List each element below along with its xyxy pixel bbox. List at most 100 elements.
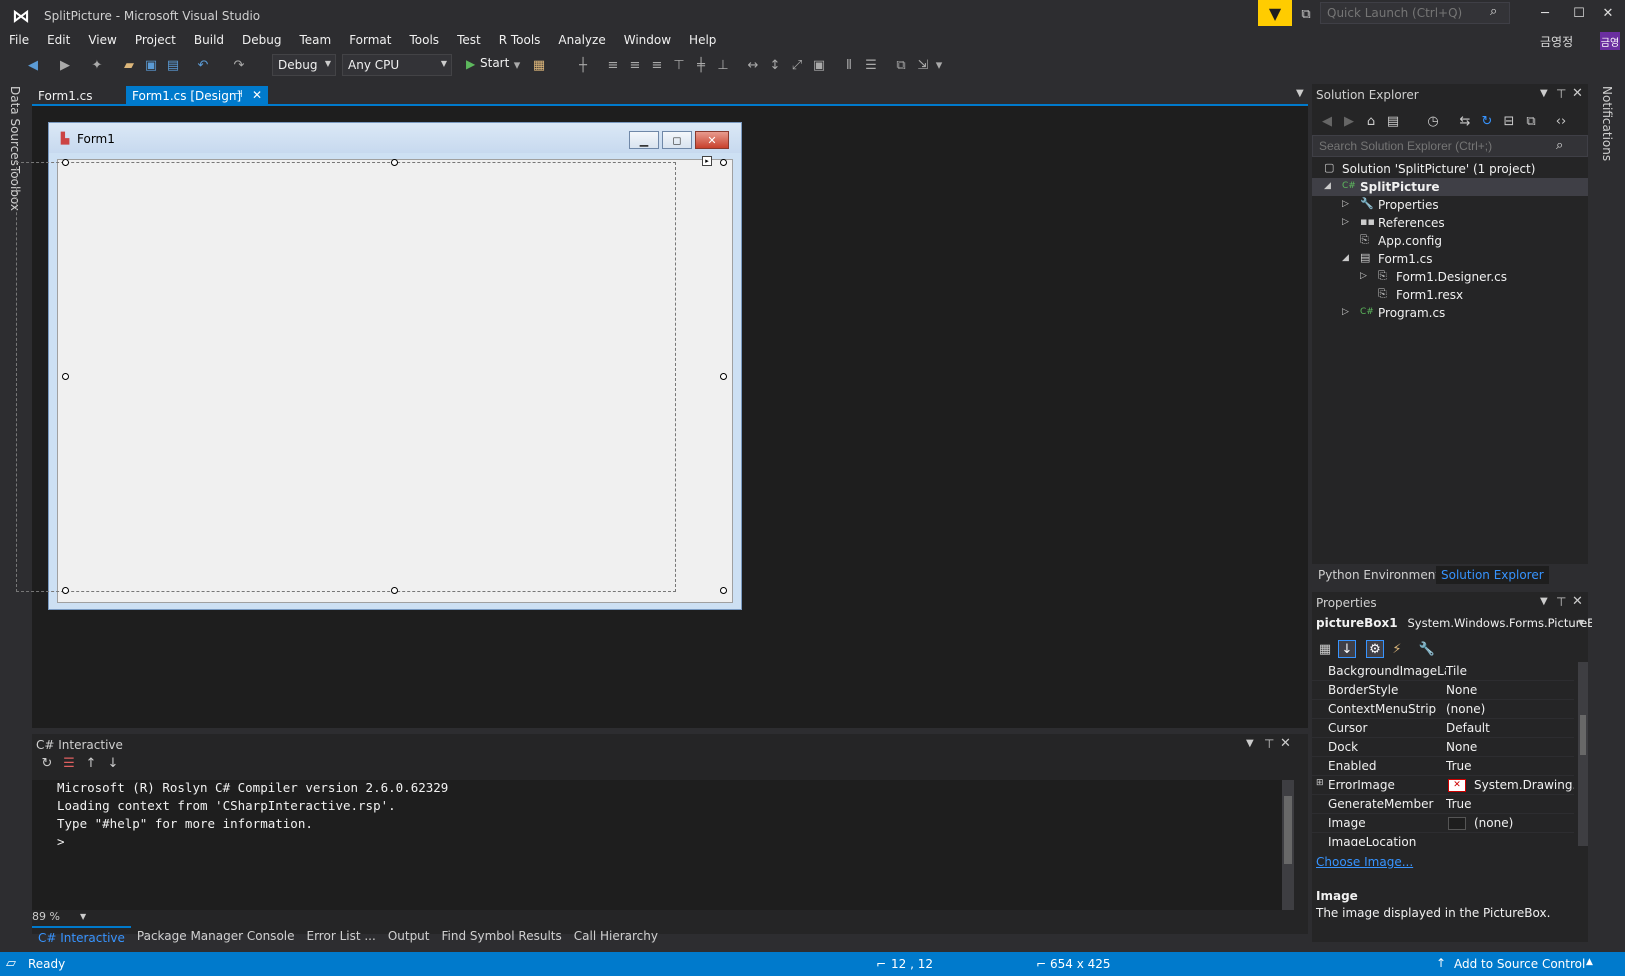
chevron-up-icon[interactable]: ▲ bbox=[1586, 957, 1593, 967]
tree-item-solution[interactable]: ▢ Solution 'SplitPicture' (1 project) bbox=[1312, 160, 1588, 178]
property-row[interactable]: Cursor Default bbox=[1312, 719, 1574, 738]
tree-item-references[interactable]: ▷ ▪▪ References bbox=[1312, 214, 1588, 232]
property-value[interactable]: System.Drawing.Bi bbox=[1474, 778, 1574, 792]
clear-screen-icon[interactable]: ☰ bbox=[60, 754, 78, 772]
align-tops-icon[interactable]: ⊤ bbox=[670, 56, 688, 74]
switch-views-icon[interactable]: ▤ bbox=[1384, 112, 1402, 130]
quick-launch-input[interactable] bbox=[1320, 2, 1510, 24]
property-row[interactable]: Dock None bbox=[1312, 738, 1574, 757]
menu-team[interactable]: Team bbox=[290, 30, 340, 52]
menu-project[interactable]: Project bbox=[126, 30, 185, 52]
menu-tools[interactable]: Tools bbox=[401, 30, 449, 52]
tree-item-properties[interactable]: ▷ 🔧 Properties bbox=[1312, 196, 1588, 214]
resize-handle[interactable] bbox=[62, 587, 69, 594]
tab-data-sources[interactable]: Data Sources bbox=[8, 86, 22, 166]
tab-call-hierarchy[interactable]: Call Hierarchy bbox=[568, 926, 664, 948]
make-same-width-icon[interactable]: ↔ bbox=[744, 56, 762, 74]
menu-analyze[interactable]: Analyze bbox=[549, 30, 614, 52]
expand-plus-icon[interactable]: ⊞ bbox=[1316, 778, 1324, 788]
tree-item-form1[interactable]: ◢ ▤ Form1.cs bbox=[1312, 250, 1588, 268]
property-row[interactable]: ContextMenuStrip (none) bbox=[1312, 700, 1574, 719]
properties-view-icon[interactable]: ⚙ bbox=[1366, 640, 1384, 658]
vertical-spacing-icon[interactable]: ☰ bbox=[862, 56, 880, 74]
tree-item-project[interactable]: ◢ C# SplitPicture bbox=[1312, 178, 1588, 196]
new-project-icon[interactable]: ✦ bbox=[88, 56, 106, 74]
collapse-arrow-icon[interactable]: ◢ bbox=[1342, 253, 1349, 263]
feedback-filter-icon[interactable]: ▼ bbox=[1258, 0, 1292, 26]
expand-arrow-icon[interactable]: ▷ bbox=[1342, 217, 1349, 227]
property-value[interactable]: Tile bbox=[1446, 664, 1574, 678]
property-row[interactable]: BackgroundImageLay Tile bbox=[1312, 662, 1574, 681]
search-icon[interactable]: ⌕ bbox=[1490, 4, 1497, 19]
start-button[interactable]: Start bbox=[480, 56, 509, 70]
panel-dropdown-icon[interactable]: ▼ bbox=[1540, 596, 1548, 607]
send-feedback-icon[interactable]: ⧉ bbox=[1296, 5, 1316, 23]
forward-icon[interactable]: ▶ bbox=[56, 56, 74, 74]
menu-test[interactable]: Test bbox=[448, 30, 490, 52]
align-rights-icon[interactable]: ≡ bbox=[648, 56, 666, 74]
tree-item-program[interactable]: ▷ C# Program.cs bbox=[1312, 304, 1588, 322]
menu-format[interactable]: Format bbox=[340, 30, 400, 52]
property-row[interactable]: ⊞ ErrorImage ✕ System.Drawing.Bi bbox=[1312, 776, 1574, 795]
menu-edit[interactable]: Edit bbox=[38, 30, 79, 52]
resize-handle[interactable] bbox=[62, 159, 69, 166]
tree-item-form1-resx[interactable]: ⎘ Form1.resx bbox=[1312, 286, 1588, 304]
user-name[interactable]: 금영정 bbox=[1540, 33, 1573, 50]
tab-csharp-interactive[interactable]: C# Interactive bbox=[32, 926, 131, 948]
tab-error-list[interactable]: Error List ... bbox=[301, 926, 382, 948]
resize-handle[interactable] bbox=[62, 373, 69, 380]
refresh-icon[interactable]: ↻ bbox=[1478, 112, 1496, 130]
property-row[interactable]: GenerateMember True bbox=[1312, 795, 1574, 814]
back-icon[interactable]: ◀ bbox=[1318, 112, 1336, 130]
resize-handle[interactable] bbox=[720, 159, 727, 166]
align-bottoms-icon[interactable]: ⊥ bbox=[714, 56, 732, 74]
home-icon[interactable]: ⌂ bbox=[1362, 112, 1380, 130]
tab-output[interactable]: Output bbox=[382, 926, 436, 948]
property-row[interactable]: ImageLocation bbox=[1312, 833, 1574, 846]
make-same-size-icon[interactable]: ▣ bbox=[810, 56, 828, 74]
tab-list-dropdown-icon[interactable]: ▼ bbox=[1296, 88, 1304, 99]
tree-item-app-config[interactable]: ⎘ App.config bbox=[1312, 232, 1588, 250]
menu-build[interactable]: Build bbox=[185, 30, 233, 52]
save-icon[interactable]: ▣ bbox=[142, 56, 160, 74]
minimize-icon[interactable]: ─ bbox=[1528, 2, 1562, 24]
toolbar-overflow-icon[interactable]: ▾ bbox=[930, 56, 948, 74]
history-previous-icon[interactable]: ↑ bbox=[82, 754, 100, 772]
redo-icon[interactable]: ↷ bbox=[230, 56, 248, 74]
property-row[interactable]: BorderStyle None bbox=[1312, 681, 1574, 700]
resize-handle[interactable] bbox=[720, 373, 727, 380]
tab-form1-cs[interactable]: Form1.cs bbox=[32, 86, 99, 106]
start-dropdown-icon[interactable]: ▾ bbox=[508, 56, 526, 74]
align-lefts-icon[interactable]: ≡ bbox=[604, 56, 622, 74]
open-file-icon[interactable]: ▰ bbox=[120, 56, 138, 74]
close-icon[interactable]: ✕ bbox=[1280, 736, 1291, 751]
show-all-files-icon[interactable]: ⧉ bbox=[1522, 112, 1540, 130]
align-to-grid-icon[interactable]: ┼ bbox=[574, 56, 592, 74]
property-pages-icon[interactable]: 🔧 bbox=[1418, 640, 1436, 658]
horizontal-spacing-icon[interactable]: ⦀ bbox=[840, 56, 858, 74]
start-play-icon[interactable]: ▶ bbox=[466, 57, 475, 71]
add-to-source-control-button[interactable]: Add to Source Control bbox=[1454, 957, 1585, 971]
align-middles-icon[interactable]: ╪ bbox=[692, 56, 710, 74]
smart-tag-icon[interactable]: ▸ bbox=[702, 156, 712, 166]
reset-icon[interactable]: ↻ bbox=[38, 754, 56, 772]
solution-search-input[interactable] bbox=[1312, 135, 1588, 157]
property-value[interactable]: Default bbox=[1446, 721, 1574, 735]
size-to-grid-icon[interactable]: ⤢ bbox=[788, 56, 806, 74]
pin-icon[interactable]: ⊤ bbox=[1264, 737, 1274, 751]
expand-arrow-icon[interactable]: ▷ bbox=[1360, 271, 1367, 281]
menu-debug[interactable]: Debug bbox=[233, 30, 290, 52]
tab-notifications[interactable]: Notifications bbox=[1600, 86, 1614, 161]
bring-to-front-icon[interactable]: ⧉ bbox=[892, 56, 910, 74]
search-icon[interactable]: ⌕ bbox=[1556, 138, 1563, 153]
choose-image-link[interactable]: Choose Image... bbox=[1316, 855, 1413, 869]
tab-package-manager-console[interactable]: Package Manager Console bbox=[131, 926, 301, 948]
property-row[interactable]: Enabled True bbox=[1312, 757, 1574, 776]
pin-icon[interactable]: ⊤ bbox=[1556, 595, 1566, 609]
property-value[interactable]: None bbox=[1446, 683, 1574, 697]
events-icon[interactable]: ⚡ bbox=[1388, 640, 1406, 658]
close-icon[interactable]: ✕ bbox=[1572, 594, 1583, 609]
menu-view[interactable]: View bbox=[79, 30, 125, 52]
chevron-down-icon[interactable]: ▼ bbox=[1578, 618, 1584, 627]
zoom-select[interactable]: 89 % ▼ bbox=[32, 910, 92, 926]
